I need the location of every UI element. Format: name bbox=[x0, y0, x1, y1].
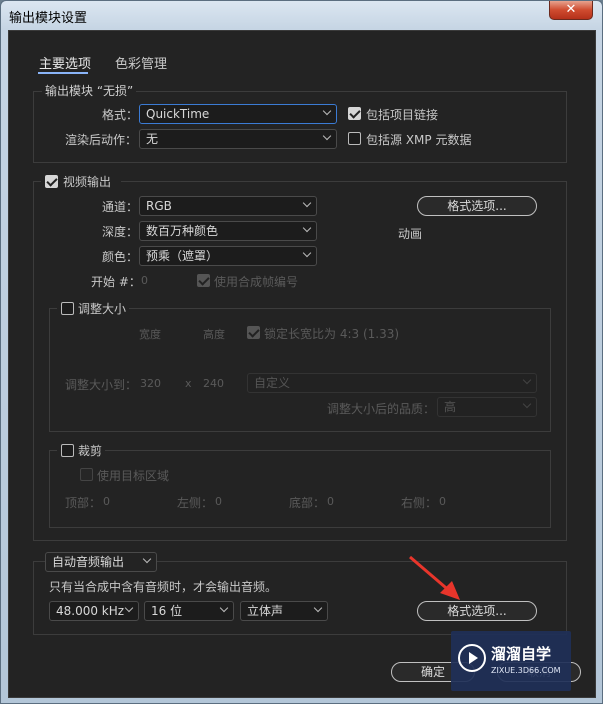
resize-label: 调整大小 bbox=[78, 302, 127, 316]
depth-label: 深度： bbox=[102, 225, 139, 239]
chevron-down-icon bbox=[322, 106, 332, 116]
resize-x-sep: x bbox=[185, 377, 192, 390]
watermark-brand: 溜溜自学 bbox=[491, 645, 552, 663]
format-label: 格式： bbox=[102, 108, 139, 122]
chevron-down-icon bbox=[142, 554, 152, 564]
audio-note: 只有当合成中含有音频时，才会输出音频。 bbox=[49, 580, 278, 594]
channels-value: RGB bbox=[146, 199, 172, 213]
use-roi-label: 使用目标区域 bbox=[97, 469, 170, 483]
output-module-legend: 输出模块 “无损” bbox=[42, 82, 137, 99]
window-title: 输出模块设置 bbox=[9, 11, 88, 26]
audio-format-options-button[interactable]: 格式选项... bbox=[417, 601, 537, 621]
video-output-label: 视频输出 bbox=[63, 175, 112, 189]
chevron-down-icon bbox=[124, 603, 134, 613]
crop-right-label: 右侧： bbox=[401, 496, 438, 510]
crop-top-value: 0 bbox=[103, 495, 110, 508]
chevron-down-icon bbox=[302, 198, 312, 208]
post-render-dropdown[interactable]: 无 bbox=[139, 129, 337, 149]
crop-left-label: 左侧： bbox=[177, 496, 214, 510]
post-render-label: 渲染后动作： bbox=[65, 133, 138, 147]
use-roi-checkbox[interactable] bbox=[80, 468, 93, 481]
use-comp-frame-checkbox[interactable] bbox=[197, 274, 210, 287]
resize-quality-value: 高 bbox=[444, 400, 457, 414]
audio-mode-dropdown[interactable]: 自动音频输出 bbox=[45, 552, 157, 572]
include-xmp-checkbox[interactable] bbox=[348, 132, 361, 145]
color-value: 预乘（遮罩） bbox=[146, 249, 219, 263]
crop-panel bbox=[49, 450, 551, 528]
resize-preset-dropdown[interactable]: 自定义 bbox=[247, 373, 537, 393]
lock-aspect-checkbox[interactable] bbox=[247, 326, 260, 339]
resize-to-label: 调整大小到： bbox=[65, 378, 138, 392]
audio-rate-dropdown[interactable]: 48.000 kHz bbox=[49, 601, 139, 621]
dialog-window: 输出模块设置 ✕ 主要选项 色彩管理 输出模块 “无损” 格式： QuickTi… bbox=[0, 0, 603, 704]
watermark: 溜溜自学 ZIXUE.3D66.COM bbox=[451, 631, 571, 691]
chevron-down-icon bbox=[302, 248, 312, 258]
include-project-link-checkbox[interactable] bbox=[348, 107, 361, 120]
channels-dropdown[interactable]: RGB bbox=[139, 196, 317, 216]
play-logo-icon bbox=[458, 644, 486, 672]
annotation-arrow-icon bbox=[409, 555, 460, 600]
output-module-panel bbox=[33, 91, 567, 163]
audio-rate-value: 48.000 kHz bbox=[56, 604, 125, 618]
crop-top-label: 顶部： bbox=[65, 496, 102, 510]
width-label: 宽度 bbox=[139, 328, 161, 341]
resize-checkbox[interactable] bbox=[61, 302, 74, 315]
resize-quality-label: 调整大小后的品质： bbox=[327, 402, 436, 416]
audio-bits-dropdown[interactable]: 16 位 bbox=[144, 601, 234, 621]
lock-aspect-label: 锁定长宽比为 4:3 (1.33) bbox=[264, 327, 400, 341]
format-dropdown[interactable]: QuickTime bbox=[139, 104, 337, 124]
resize-width-value: 320 bbox=[140, 377, 161, 390]
resize-preset-value: 自定义 bbox=[254, 376, 291, 390]
depth-dropdown[interactable]: 数百万种颜色 bbox=[139, 221, 317, 241]
post-render-value: 无 bbox=[146, 132, 159, 146]
audio-panel bbox=[33, 561, 567, 635]
crop-label: 裁剪 bbox=[78, 444, 103, 458]
audio-channels-value: 立体声 bbox=[247, 604, 284, 618]
codec-name: 动画 bbox=[398, 227, 423, 241]
watermark-url: ZIXUE.3D66.COM bbox=[491, 666, 561, 675]
audio-mode-value: 自动音频输出 bbox=[52, 555, 125, 569]
chevron-down-icon bbox=[322, 131, 332, 141]
depth-value: 数百万种颜色 bbox=[146, 224, 219, 238]
resize-height-value: 240 bbox=[203, 377, 224, 390]
tab-main-options[interactable]: 主要选项 bbox=[39, 53, 91, 72]
crop-checkbox[interactable] bbox=[61, 444, 74, 457]
chevron-down-icon bbox=[219, 603, 229, 613]
crop-bottom-label: 底部： bbox=[289, 496, 326, 510]
audio-bits-value: 16 位 bbox=[151, 604, 183, 618]
close-button[interactable]: ✕ bbox=[549, 1, 593, 20]
crop-left-value: 0 bbox=[215, 495, 222, 508]
chevron-down-icon bbox=[522, 399, 532, 409]
chevron-down-icon bbox=[302, 223, 312, 233]
start-frame-label: 开始 #： bbox=[91, 275, 141, 289]
crop-right-value: 0 bbox=[439, 495, 446, 508]
chevron-down-icon bbox=[522, 375, 532, 385]
tab-color-management[interactable]: 色彩管理 bbox=[115, 53, 167, 72]
resize-quality-dropdown[interactable]: 高 bbox=[437, 397, 537, 417]
color-label: 颜色： bbox=[102, 250, 139, 264]
video-format-options-button[interactable]: 格式选项... bbox=[417, 196, 537, 216]
height-label: 高度 bbox=[203, 328, 225, 341]
format-value: QuickTime bbox=[146, 107, 210, 121]
active-tab-indicator bbox=[38, 72, 88, 74]
chevron-down-icon bbox=[313, 603, 323, 613]
use-comp-frame-label: 使用合成帧编号 bbox=[214, 275, 299, 289]
include-project-link-label: 包括项目链接 bbox=[366, 108, 439, 122]
include-xmp-label: 包括源 XMP 元数据 bbox=[366, 133, 472, 147]
crop-bottom-value: 0 bbox=[327, 495, 334, 508]
audio-channels-dropdown[interactable]: 立体声 bbox=[240, 601, 328, 621]
channels-label: 通道： bbox=[102, 200, 139, 214]
color-dropdown[interactable]: 预乘（遮罩） bbox=[139, 246, 317, 266]
start-frame-value: 0 bbox=[141, 274, 148, 287]
video-output-checkbox[interactable] bbox=[45, 175, 58, 188]
